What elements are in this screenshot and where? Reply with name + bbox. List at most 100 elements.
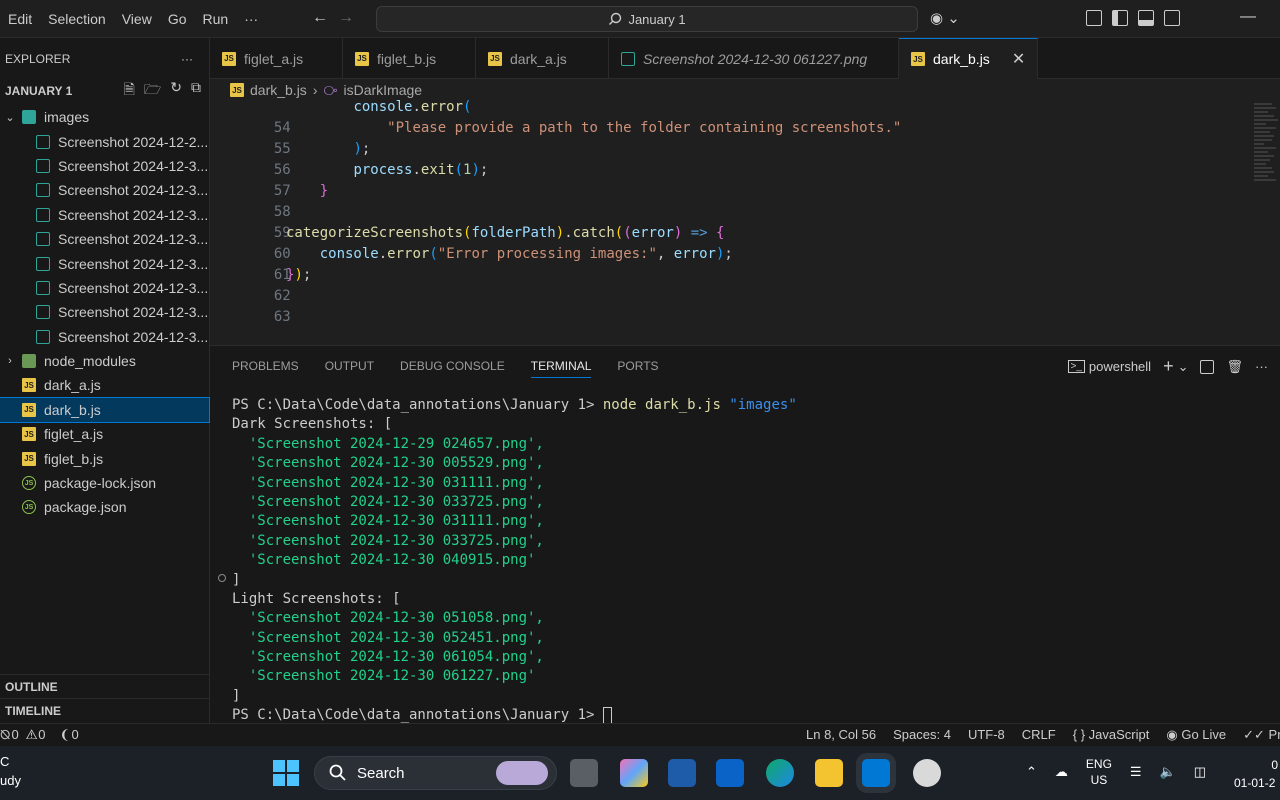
nav-arrows: ← → — [312, 9, 354, 27]
shell-name[interactable]: powershell — [1089, 359, 1151, 374]
minimap[interactable] — [1252, 101, 1280, 191]
toggle-primary-sidebar-icon[interactable] — [1112, 10, 1128, 26]
taskbar-clock[interactable]: 0 01-01-2 — [1234, 756, 1278, 792]
code-editor[interactable]: 54 console.error( 55 "Please provide a p… — [210, 99, 1280, 345]
terminal-output[interactable]: PS C:\Data\Code\data_annotations\January… — [232, 396, 797, 726]
language-mode[interactable]: { } JavaScript — [1073, 727, 1150, 743]
tab-output[interactable]: OUTPUT — [325, 359, 374, 373]
customize-layout-icon[interactable] — [1086, 10, 1102, 26]
tab-debug-console[interactable]: DEBUG CONSOLE — [400, 359, 505, 373]
new-file-icon[interactable]: 🗎 — [124, 79, 135, 103]
menu-more[interactable]: ··· — [236, 0, 266, 38]
tree-item[interactable]: › node_modules — [0, 349, 209, 373]
tree-item[interactable]: ⌄ images — [0, 105, 209, 129]
toggle-panel-icon[interactable] — [1138, 10, 1154, 26]
toggle-secondary-sidebar-icon[interactable] — [1164, 10, 1180, 26]
tree-item[interactable]: Screenshot 2024-12-3... — [0, 227, 209, 251]
vscode-icon[interactable] — [862, 759, 890, 787]
editor-tab[interactable]: JS dark_a.js — [476, 38, 609, 79]
copilot-app-icon[interactable] — [620, 759, 648, 787]
tree-item[interactable]: JS figlet_a.js — [0, 422, 209, 446]
workspace-folder-header[interactable]: JANUARY 1 🗎 🗁 ↻ ⧉ — [0, 79, 209, 103]
onedrive-icon[interactable]: ☁ — [1055, 764, 1068, 780]
tree-item[interactable]: Screenshot 2024-12-3... — [0, 203, 209, 227]
command-center[interactable]: January 1 — [376, 6, 918, 32]
timeline-section[interactable]: TIMELINE — [0, 698, 210, 722]
go-live-button[interactable]: ◉ Go Live — [1166, 727, 1226, 743]
code-token: console — [353, 99, 413, 115]
language-indicator[interactable]: ENG US — [1086, 756, 1112, 788]
ports-status[interactable]: ❨ 0 — [60, 727, 79, 743]
outlook-icon[interactable] — [716, 759, 744, 787]
edge-icon[interactable] — [766, 759, 794, 787]
editor-tab[interactable]: JS dark_b.js ✕ — [899, 38, 1039, 79]
chevron-right-icon[interactable]: › — [2, 355, 18, 367]
tab-problems[interactable]: PROBLEMS — [232, 359, 299, 373]
forward-arrow-icon[interactable]: → — [338, 9, 354, 27]
trash-icon[interactable]: 🗑 — [1226, 359, 1243, 375]
collapse-all-icon[interactable]: ⧉ — [191, 79, 201, 103]
code-token: console — [319, 246, 379, 262]
menu-run[interactable]: Run — [195, 0, 237, 38]
back-arrow-icon[interactable]: ← — [312, 9, 328, 27]
file-explorer-icon[interactable] — [815, 759, 843, 787]
menu-go[interactable]: Go — [160, 0, 195, 38]
volume-icon[interactable]: 🔈 — [1160, 764, 1176, 780]
split-terminal-icon[interactable] — [1200, 359, 1215, 374]
tree-item[interactable]: Screenshot 2024-12-3... — [0, 276, 209, 300]
menu-edit[interactable]: Edit — [0, 0, 40, 38]
encoding[interactable]: UTF-8 — [968, 727, 1005, 743]
tree-item[interactable]: Screenshot 2024-12-2... — [0, 129, 209, 153]
refresh-icon[interactable]: ↻ — [170, 79, 182, 103]
weather-widget[interactable]: C udy — [0, 752, 21, 790]
windows-start-icon[interactable] — [272, 759, 300, 787]
wifi-icon[interactable]: ☰ — [1130, 764, 1142, 780]
copilot-icon[interactable]: ◉ ⌄ — [930, 9, 960, 27]
explorer-more-icon[interactable]: ··· — [181, 52, 193, 66]
json-file-icon: JS — [22, 476, 36, 491]
chevron-up-icon[interactable]: ⌃ — [1026, 764, 1037, 780]
new-terminal-icon[interactable]: + — [1163, 356, 1174, 377]
tree-item[interactable]: Screenshot 2024-12-3... — [0, 251, 209, 275]
tree-item[interactable]: JS figlet_b.js — [0, 446, 209, 470]
tree-item[interactable]: Screenshot 2024-12-3... — [0, 300, 209, 324]
tree-item[interactable]: Screenshot 2024-12-3... — [0, 178, 209, 202]
tree-item[interactable]: JS package.json — [0, 495, 209, 519]
js-file-icon: JS — [355, 51, 369, 66]
tree-item[interactable]: JS package-lock.json — [0, 471, 209, 495]
menu-view[interactable]: View — [114, 0, 160, 38]
powershell-icon[interactable] — [668, 759, 696, 787]
command-decoration-icon[interactable] — [218, 574, 226, 582]
chevron-down-icon[interactable]: ⌄ — [1178, 359, 1189, 375]
breadcrumb-symbol[interactable]: isDarkImage — [343, 82, 422, 98]
tab-ports[interactable]: PORTS — [617, 359, 658, 373]
indentation[interactable]: Spaces: 4 — [893, 727, 951, 743]
editor-tab[interactable]: JS figlet_b.js — [343, 38, 476, 79]
battery-icon[interactable]: ◫ — [1194, 764, 1206, 780]
minimize-window-icon[interactable]: — — [1240, 8, 1256, 26]
tab-terminal[interactable]: TERMINAL — [530, 359, 592, 378]
prettier-status[interactable]: ✓✓ Pret — [1243, 727, 1280, 743]
close-icon[interactable]: ✕ — [1012, 49, 1025, 69]
terminal-line: 'Screenshot 2024-12-30 061227.png' — [232, 667, 797, 686]
taskbar-search[interactable]: Search — [314, 756, 557, 790]
chevron-down-icon[interactable]: ⌄ — [2, 111, 18, 124]
code-text: process.exit(1); — [353, 162, 489, 178]
cursor-position[interactable]: Ln 8, Col 56 — [806, 727, 876, 743]
editor-tab[interactable]: JS figlet_a.js — [210, 38, 343, 79]
breadcrumb-file[interactable]: dark_b.js — [250, 82, 307, 98]
clock-app-icon[interactable] — [913, 759, 941, 787]
problems-status[interactable]: ⦰ 0 ⚠ 0 — [0, 727, 46, 743]
new-folder-icon[interactable]: 🗁 — [144, 79, 161, 103]
tree-item[interactable]: Screenshot 2024-12-3... — [0, 154, 209, 178]
tree-item[interactable]: JS dark_a.js — [0, 373, 209, 397]
tree-item[interactable]: Screenshot 2024-12-3... — [0, 325, 209, 349]
more-actions-icon[interactable]: ··· — [1255, 359, 1268, 374]
line-endings[interactable]: CRLF — [1022, 727, 1056, 743]
menu-selection[interactable]: Selection — [40, 0, 114, 38]
editor-tab[interactable]: Screenshot 2024-12-30 061227.png — [609, 38, 899, 79]
outline-section[interactable]: OUTLINE — [0, 674, 210, 698]
tree-item[interactable]: JS dark_b.js — [0, 396, 210, 424]
task-view-icon[interactable] — [570, 759, 598, 787]
terminal-line: 'Screenshot 2024-12-30 033725.png', — [232, 493, 797, 512]
